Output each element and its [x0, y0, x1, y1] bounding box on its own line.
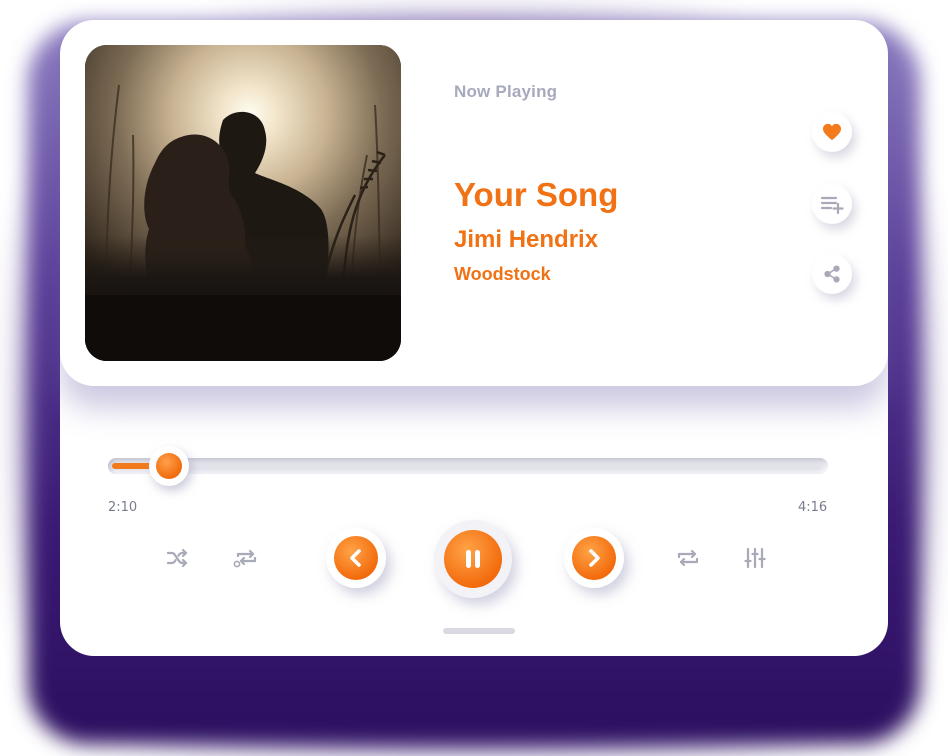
stage: 2:10 4:16 Now Playing Your Song Jimi Hen…	[0, 0, 948, 756]
shuffle-icon[interactable]	[164, 544, 192, 572]
play-pause-button[interactable]	[434, 520, 512, 598]
album-art	[85, 45, 401, 361]
progress-thumb[interactable]	[148, 446, 189, 486]
next-button-face	[572, 536, 616, 580]
previous-button[interactable]	[326, 528, 386, 588]
next-button[interactable]	[564, 528, 624, 588]
album-name[interactable]: Woodstock	[454, 264, 551, 285]
pause-icon	[466, 550, 480, 568]
like-button[interactable]	[812, 112, 852, 152]
playlist-add-icon	[820, 196, 844, 214]
play-pause-button-face	[444, 530, 502, 588]
share-icon	[824, 265, 840, 283]
equalizer-icon[interactable]	[741, 544, 769, 572]
previous-button-face	[334, 536, 378, 580]
repeat-icon[interactable]	[674, 544, 702, 572]
progress-track[interactable]	[108, 458, 828, 474]
song-title: Your Song	[454, 176, 619, 213]
home-indicator	[443, 628, 515, 634]
share-button[interactable]	[812, 254, 852, 294]
chevron-right-icon	[589, 549, 600, 567]
repeat-one-icon[interactable]	[232, 544, 260, 572]
now-playing-card: Now Playing Your Song Jimi Hendrix Woods…	[60, 20, 888, 386]
add-to-playlist-button[interactable]	[812, 184, 852, 224]
progress-thumb-dot	[155, 453, 182, 479]
artist-name[interactable]: Jimi Hendrix	[454, 226, 598, 254]
now-playing-label: Now Playing	[454, 82, 558, 101]
elapsed-time: 2:10	[108, 500, 138, 515]
heart-icon	[823, 123, 841, 141]
chevron-left-icon	[350, 549, 361, 567]
total-time: 4:16	[798, 500, 828, 515]
